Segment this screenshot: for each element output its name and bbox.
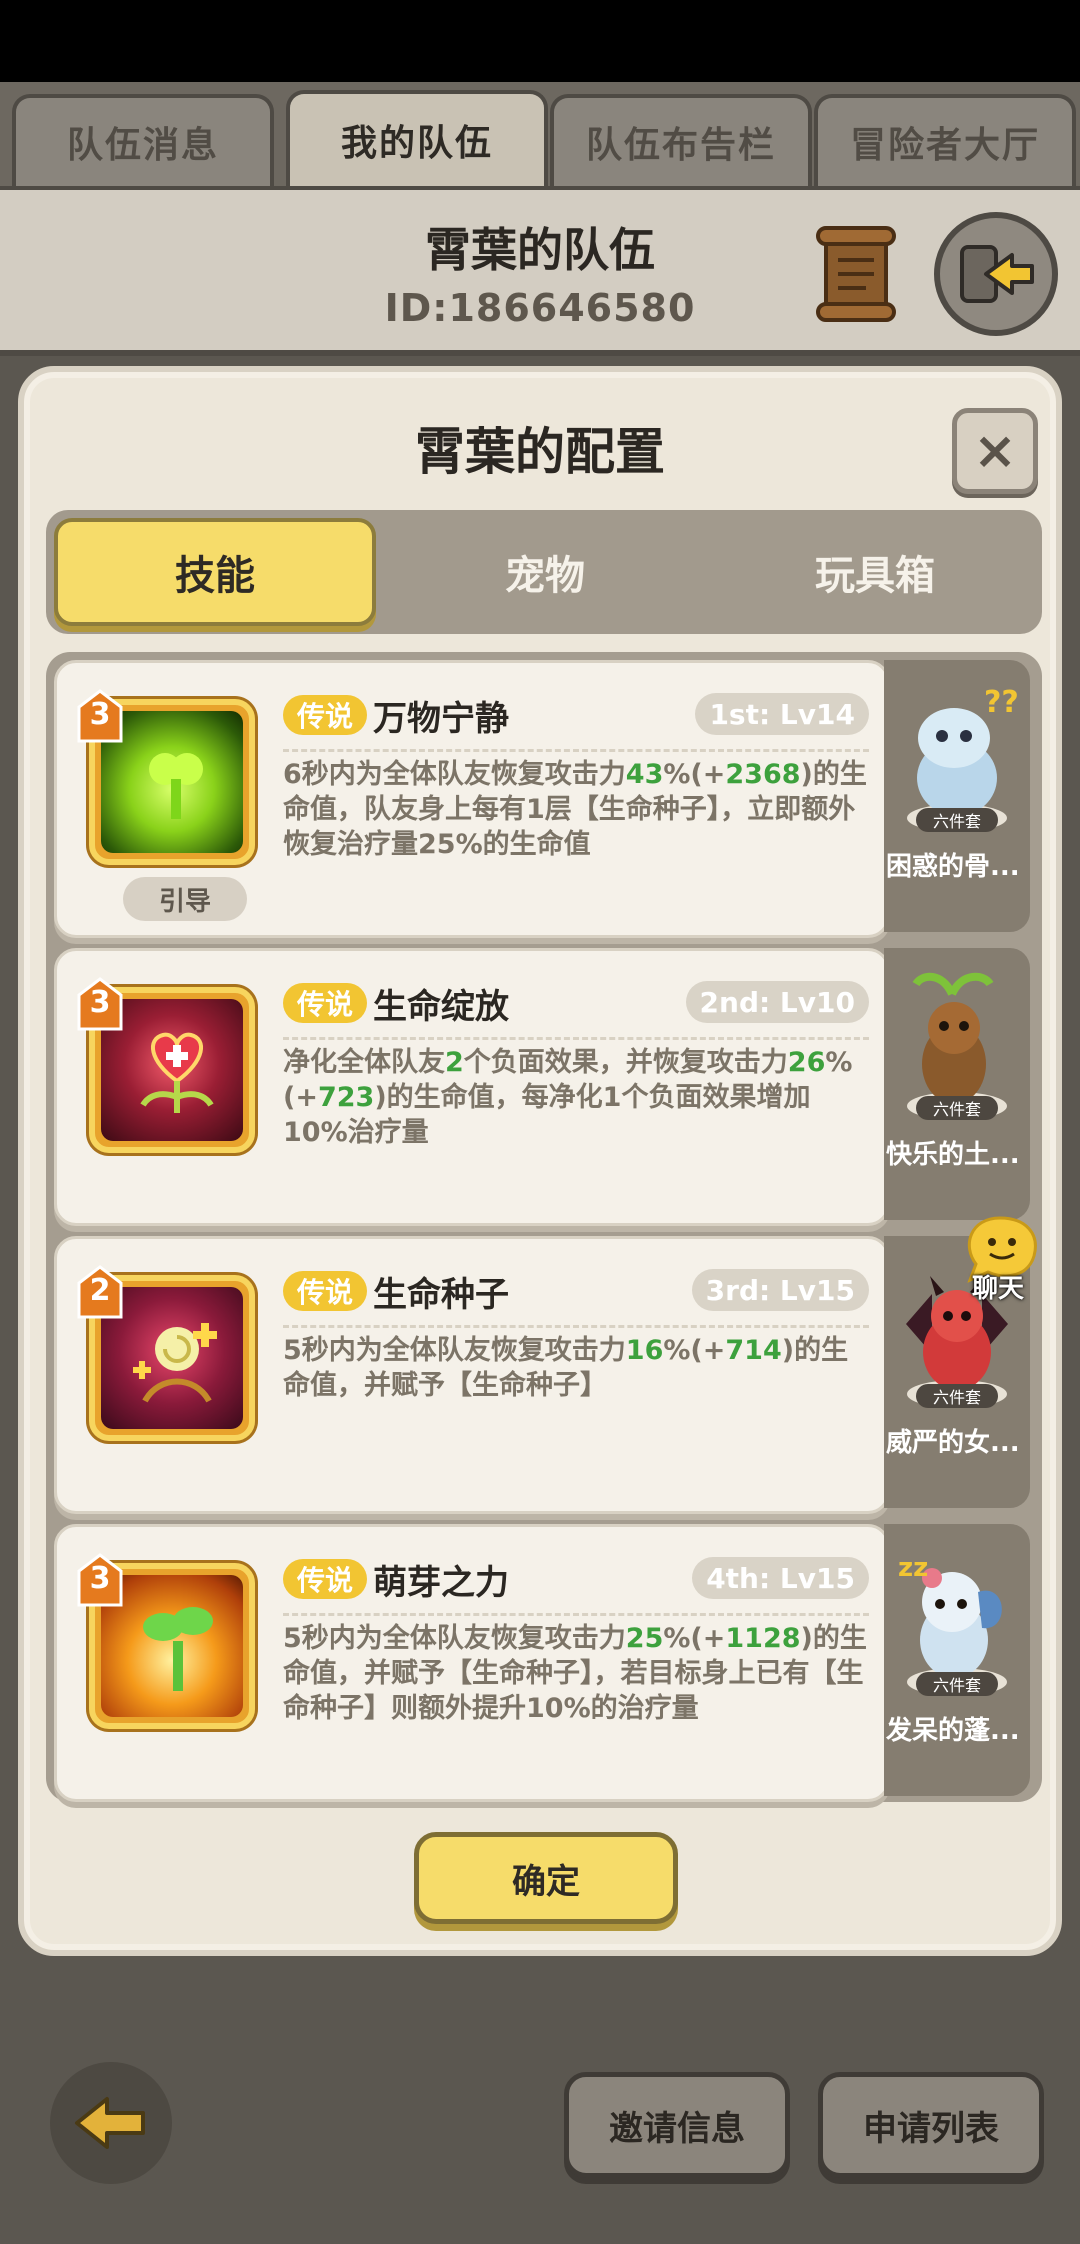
confirm-button[interactable]: 确定 <box>414 1832 678 1924</box>
divider <box>283 1325 869 1328</box>
exit-arrow-icon <box>960 245 1034 303</box>
pet-slot[interactable]: zz 六件套 发呆的蓬... <box>884 1524 1030 1796</box>
svg-text:??: ?? <box>984 685 1019 720</box>
skill-card[interactable]: 2 传说 生命种子 3rd: Lv15 5秒内为全体队友恢复攻击力16%(+71… <box>54 1236 890 1514</box>
tab-team-board[interactable]: 队伍布告栏 <box>550 94 812 186</box>
divider <box>283 1613 869 1616</box>
skill-card[interactable]: 3 传说 生命绽放 2nd: Lv10 净化全体队友2个负面效果，并恢复攻击力2… <box>54 948 890 1226</box>
skill-name: 生命绽放 <box>373 987 509 1027</box>
skill-card[interactable]: 3 传说 萌芽之力 4th: Lv15 5秒内为全体队友恢复攻击力25%(+11… <box>54 1524 890 1802</box>
scroll-icon[interactable] <box>812 224 900 324</box>
back-arrow-icon <box>75 2097 145 2149</box>
rarity-tag: 传说 <box>283 1559 368 1599</box>
close-button[interactable]: × <box>952 408 1038 494</box>
config-segment-tabs: 技能 宠物 玩具箱 <box>46 510 1042 634</box>
tab-team-messages[interactable]: 队伍消息 <box>12 94 274 186</box>
seed-swirl-icon <box>133 1323 217 1403</box>
tab-adventurer-hall[interactable]: 冒险者大厅 <box>814 94 1076 186</box>
config-modal: 霄葉的配置 × 技能 宠物 玩具箱 3 引导 传说 万物宁静 1st: Lv14 <box>18 366 1062 1956</box>
skill-slot-tag: 1st: Lv14 <box>695 693 869 735</box>
skill-slot-tag: 3rd: Lv15 <box>691 1269 869 1311</box>
team-tabs: 队伍消息 我的队伍 队伍布告栏 冒险者大厅 <box>0 86 1080 186</box>
tab-skills[interactable]: 技能 <box>54 518 376 626</box>
divider <box>283 1037 869 1040</box>
skill-name: 万物宁静 <box>373 699 509 739</box>
leave-team-button[interactable] <box>934 212 1058 336</box>
chat-button[interactable]: 聊天 <box>954 1206 1074 1316</box>
rarity-tag: 传说 <box>283 695 368 735</box>
team-id: ID:186646580 <box>384 286 696 330</box>
heart-flower-icon <box>140 1032 214 1113</box>
skill-plant-icon <box>149 753 203 819</box>
team-header: 霄葉的队伍 ID:186646580 <box>0 186 1080 356</box>
pet-name: 快乐的土... <box>886 1140 1020 1170</box>
pet-slot[interactable]: ?? 六件套 困惑的骨... <box>884 660 1030 932</box>
pet-set-badge: 六件套 <box>916 808 998 832</box>
skill-description: 5秒内为全体队友恢复攻击力25%(+1128)的生命值，并赋予【生命种子】，若目… <box>283 1623 867 1724</box>
skill-level-badge: 3 <box>77 1553 123 1607</box>
skill-list: 3 引导 传说 万物宁静 1st: Lv14 6秒内为全体队友恢复攻击力43%(… <box>46 652 1042 1802</box>
skill-name: 萌芽之力 <box>373 1563 509 1603</box>
rarity-tag: 传说 <box>283 983 368 1023</box>
status-bar <box>0 0 1080 82</box>
skill-name: 生命种子 <box>373 1275 509 1315</box>
tab-pets[interactable]: 宠物 <box>384 518 706 626</box>
rarity-tag: 传说 <box>283 1271 368 1311</box>
tab-my-team[interactable]: 我的队伍 <box>286 90 548 186</box>
tab-toybox[interactable]: 玩具箱 <box>714 518 1036 626</box>
svg-text:zz: zz <box>898 1553 928 1583</box>
pet-slot[interactable]: 六件套 快乐的土... <box>884 948 1030 1220</box>
chat-label: 聊天 <box>972 1274 1025 1304</box>
skill-level-badge: 3 <box>77 689 123 743</box>
sprout-icon <box>143 1607 213 1691</box>
pet-set-badge: 六件套 <box>916 1096 998 1120</box>
divider <box>283 749 869 752</box>
invite-info-button[interactable]: 邀请信息 <box>564 2072 790 2178</box>
apply-list-button[interactable]: 申请列表 <box>818 2072 1044 2178</box>
pet-set-badge: 六件套 <box>916 1384 998 1408</box>
team-title: 霄葉的队伍 <box>425 223 655 277</box>
pet-set-badge: 六件套 <box>916 1672 998 1696</box>
skill-description: 6秒内为全体队友恢复攻击力43%(+2368)的生命值，队友身上每有1层【生命种… <box>283 759 867 860</box>
pet-name: 发呆的蓬... <box>886 1716 1020 1746</box>
skill-level-badge: 2 <box>77 1265 123 1319</box>
pet-name: 威严的女... <box>886 1428 1020 1458</box>
skill-slot-tag: 4th: Lv15 <box>692 1557 869 1599</box>
modal-title: 霄葉的配置 <box>415 423 665 481</box>
skill-description: 5秒内为全体队友恢复攻击力16%(+714)的生命值，并赋予【生命种子】 <box>283 1335 849 1401</box>
skill-slot-tag: 2nd: Lv10 <box>685 981 869 1023</box>
back-button[interactable] <box>50 2062 172 2184</box>
skill-level-badge: 3 <box>77 977 123 1031</box>
skill-card[interactable]: 3 引导 传说 万物宁静 1st: Lv14 6秒内为全体队友恢复攻击力43%(… <box>54 660 890 938</box>
pet-name: 困惑的骨... <box>886 852 1020 882</box>
skill-description: 净化全体队友2个负面效果，并恢复攻击力26%(+723)的生命值，每净化1个负面… <box>283 1047 853 1148</box>
channel-tag: 引导 <box>123 877 247 921</box>
